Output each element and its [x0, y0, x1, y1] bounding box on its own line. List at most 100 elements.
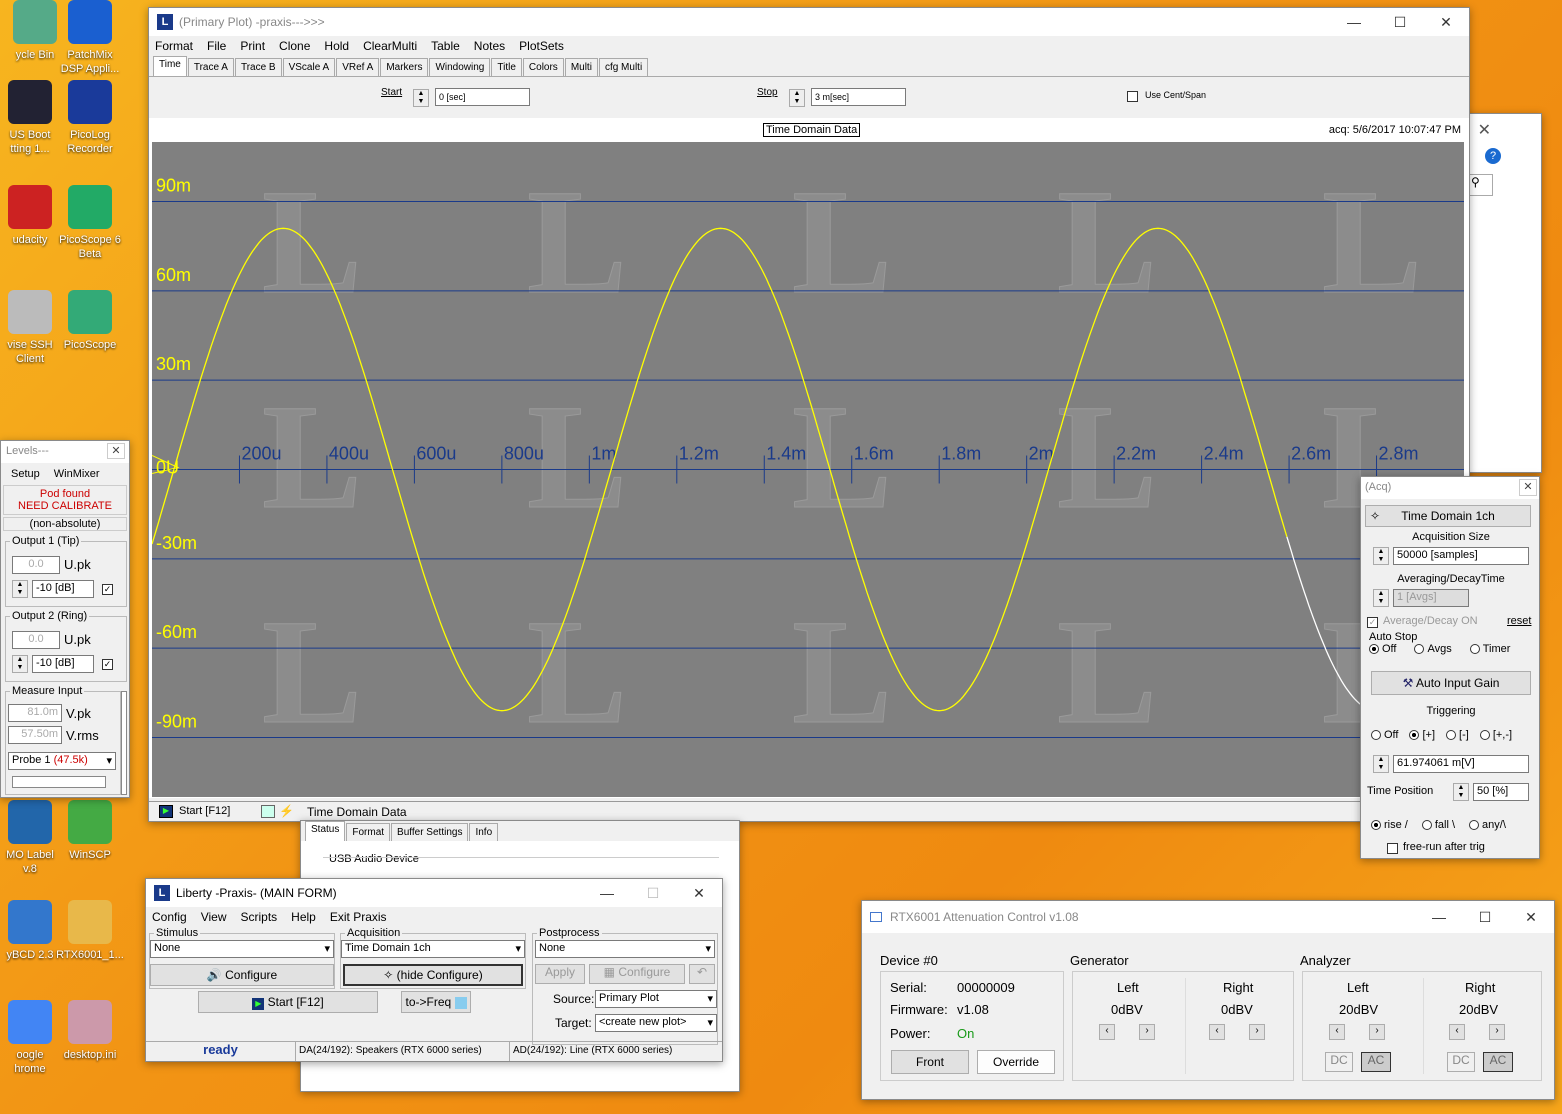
status-start[interactable]: Start [F12] — [179, 805, 230, 817]
gen-left-down[interactable]: ‹ — [1099, 1024, 1115, 1040]
menu-item[interactable]: ClearMulti — [363, 39, 417, 53]
front-button[interactable]: Front — [891, 1050, 969, 1074]
tab[interactable]: Multi — [564, 58, 598, 76]
tab[interactable]: VRef A — [336, 58, 380, 76]
menu-item[interactable]: View — [201, 910, 227, 924]
autostop-off[interactable]: Off — [1369, 643, 1396, 655]
help-icon[interactable]: ? — [1485, 148, 1501, 164]
desktop-icon[interactable]: PicoScope — [55, 290, 125, 352]
menu-item[interactable]: Hold — [324, 39, 349, 53]
source-select[interactable]: Primary Plot ▾ — [595, 990, 717, 1008]
tab[interactable]: VScale A — [282, 58, 336, 76]
trig-off[interactable]: Off — [1371, 729, 1398, 741]
maximize-icon[interactable]: ☐ — [1377, 14, 1423, 31]
avg-on-checkbox[interactable]: ✓ — [1367, 617, 1378, 628]
rtx-titlebar[interactable]: RTX6001 Attenuation Control v1.08 — ☐ ✕ — [862, 901, 1554, 933]
menu-item[interactable]: WinMixer — [54, 468, 100, 480]
menu-item[interactable]: Format — [155, 39, 193, 53]
output1-enable-checkbox[interactable]: ✓ — [102, 584, 113, 595]
autostop-avgs[interactable]: Avgs — [1414, 643, 1452, 655]
target-select[interactable]: <create new plot> ▾ — [595, 1014, 717, 1032]
tab[interactable]: Markers — [380, 58, 429, 76]
close-icon[interactable]: ✕ — [107, 443, 125, 459]
edge-rise[interactable]: rise / — [1371, 819, 1408, 831]
menu-item[interactable]: Exit Praxis — [330, 910, 387, 924]
trig-plus[interactable]: [+] — [1409, 729, 1435, 741]
close-icon[interactable]: ✕ — [1508, 909, 1554, 926]
output2-db-input[interactable]: -10 [dB] — [32, 655, 94, 673]
stimulus-configure-button[interactable]: 🔊 Configure — [150, 964, 334, 986]
reset-link[interactable]: reset — [1507, 615, 1531, 627]
gen-right-up[interactable]: › — [1249, 1024, 1265, 1040]
acq-size-spinner[interactable]: ▲ ▼ — [1373, 547, 1389, 565]
menu-item[interactable]: Table — [431, 39, 460, 53]
play-icon[interactable]: ▶ — [159, 805, 173, 818]
tab[interactable]: cfg Multi — [598, 58, 649, 76]
freerun-checkbox[interactable] — [1387, 843, 1398, 854]
edge-fall[interactable]: fall \ — [1421, 819, 1455, 831]
menu-item[interactable]: Print — [240, 39, 265, 53]
avg-spinner[interactable]: ▲ ▼ — [1373, 589, 1389, 607]
acq-titlebar[interactable]: (Acq) ✕ — [1361, 477, 1539, 499]
desktop-icon[interactable]: RTX6001_1... — [55, 900, 125, 962]
minimize-icon[interactable]: — — [584, 885, 630, 902]
menu-item[interactable]: Config — [152, 910, 187, 924]
close-icon[interactable]: ✕ — [1478, 120, 1491, 140]
apply-button[interactable]: Apply — [535, 964, 585, 984]
plot-titlebar[interactable]: L (Primary Plot) -praxis--->>> — ☐ ✕ — [149, 8, 1469, 36]
tab[interactable]: Colors — [522, 58, 564, 76]
probe-select[interactable]: Probe 1 (47.5k) ▾ — [8, 752, 116, 770]
trig-level-spinner[interactable]: ▲ ▼ — [1373, 755, 1389, 773]
edge-any[interactable]: any/\ — [1469, 819, 1506, 831]
desktop-icon[interactable]: PicoScope 6 Beta — [55, 185, 125, 261]
desktop-icon[interactable]: WinSCP — [55, 800, 125, 862]
auto-gain-button[interactable]: ⚒ Auto Input Gain — [1371, 671, 1531, 695]
trig-pm[interactable]: [+,-] — [1479, 729, 1512, 741]
tab[interactable]: Title — [491, 58, 522, 76]
levels-titlebar[interactable]: Levels--- ✕ — [1, 441, 129, 463]
chart-icon[interactable] — [261, 805, 275, 818]
tab[interactable]: Status — [305, 821, 346, 841]
menu-item[interactable]: PlotSets — [519, 39, 564, 53]
hide-configure-button[interactable]: ✧ (hide Configure) — [343, 964, 523, 986]
trig-minus[interactable]: [-] — [1446, 729, 1469, 741]
maximize-icon[interactable]: ☐ — [630, 885, 676, 902]
autostop-timer[interactable]: Timer — [1469, 643, 1510, 655]
override-button[interactable]: Override — [977, 1050, 1055, 1074]
menu-item[interactable]: Scripts — [240, 910, 277, 924]
close-icon[interactable]: ✕ — [676, 885, 722, 902]
tab[interactable]: Buffer Settings — [391, 823, 469, 841]
menu-item[interactable]: Setup — [11, 468, 40, 480]
ana-left-dc-button[interactable]: DC — [1325, 1052, 1353, 1072]
menu-item[interactable]: Help — [291, 910, 316, 924]
close-icon[interactable]: ✕ — [1423, 14, 1469, 31]
start-input[interactable] — [435, 88, 530, 106]
ana-left-ac-button[interactable]: AC — [1361, 1052, 1391, 1072]
output2-enable-checkbox[interactable]: ✓ — [102, 659, 113, 670]
gen-left-up[interactable]: › — [1139, 1024, 1155, 1040]
minimize-icon[interactable]: — — [1331, 14, 1377, 31]
time-pos-spinner[interactable]: ▲ ▼ — [1453, 783, 1469, 801]
wand-icon[interactable]: ⚡ — [279, 804, 294, 818]
output2-db-spinner[interactable]: ▲ ▼ — [12, 655, 28, 673]
stop-input[interactable] — [811, 88, 906, 106]
main-start-button[interactable]: ▶ Start [F12] — [198, 991, 378, 1013]
tab[interactable]: Trace B — [234, 58, 282, 76]
ana-right-down[interactable]: ‹ — [1449, 1024, 1465, 1040]
main-form-titlebar[interactable]: L Liberty -Praxis- (MAIN FORM) — ☐ ✕ — [146, 879, 722, 907]
cent-span-checkbox[interactable] — [1127, 91, 1138, 102]
stop-spinner[interactable]: ▲ ▼ — [789, 89, 805, 107]
post-configure-button[interactable]: ▦ Configure — [589, 964, 685, 984]
start-spinner[interactable]: ▲ ▼ — [413, 89, 429, 107]
postprocess-select[interactable]: None ▾ — [535, 940, 715, 958]
acq-mode-button[interactable]: ✧ Time Domain 1ch — [1365, 505, 1531, 527]
minimize-icon[interactable]: — — [1416, 909, 1462, 926]
undo-icon[interactable]: ↶ — [689, 964, 715, 984]
stimulus-select[interactable]: None ▾ — [150, 940, 334, 958]
to-freq-button[interactable]: to->Freq — [401, 991, 471, 1013]
menu-item[interactable]: Notes — [474, 39, 505, 53]
tab[interactable]: Trace A — [187, 58, 234, 76]
ana-left-up[interactable]: › — [1369, 1024, 1385, 1040]
output1-db-spinner[interactable]: ▲ ▼ — [12, 580, 28, 598]
acq-size-input[interactable]: 50000 [samples] — [1393, 547, 1529, 565]
